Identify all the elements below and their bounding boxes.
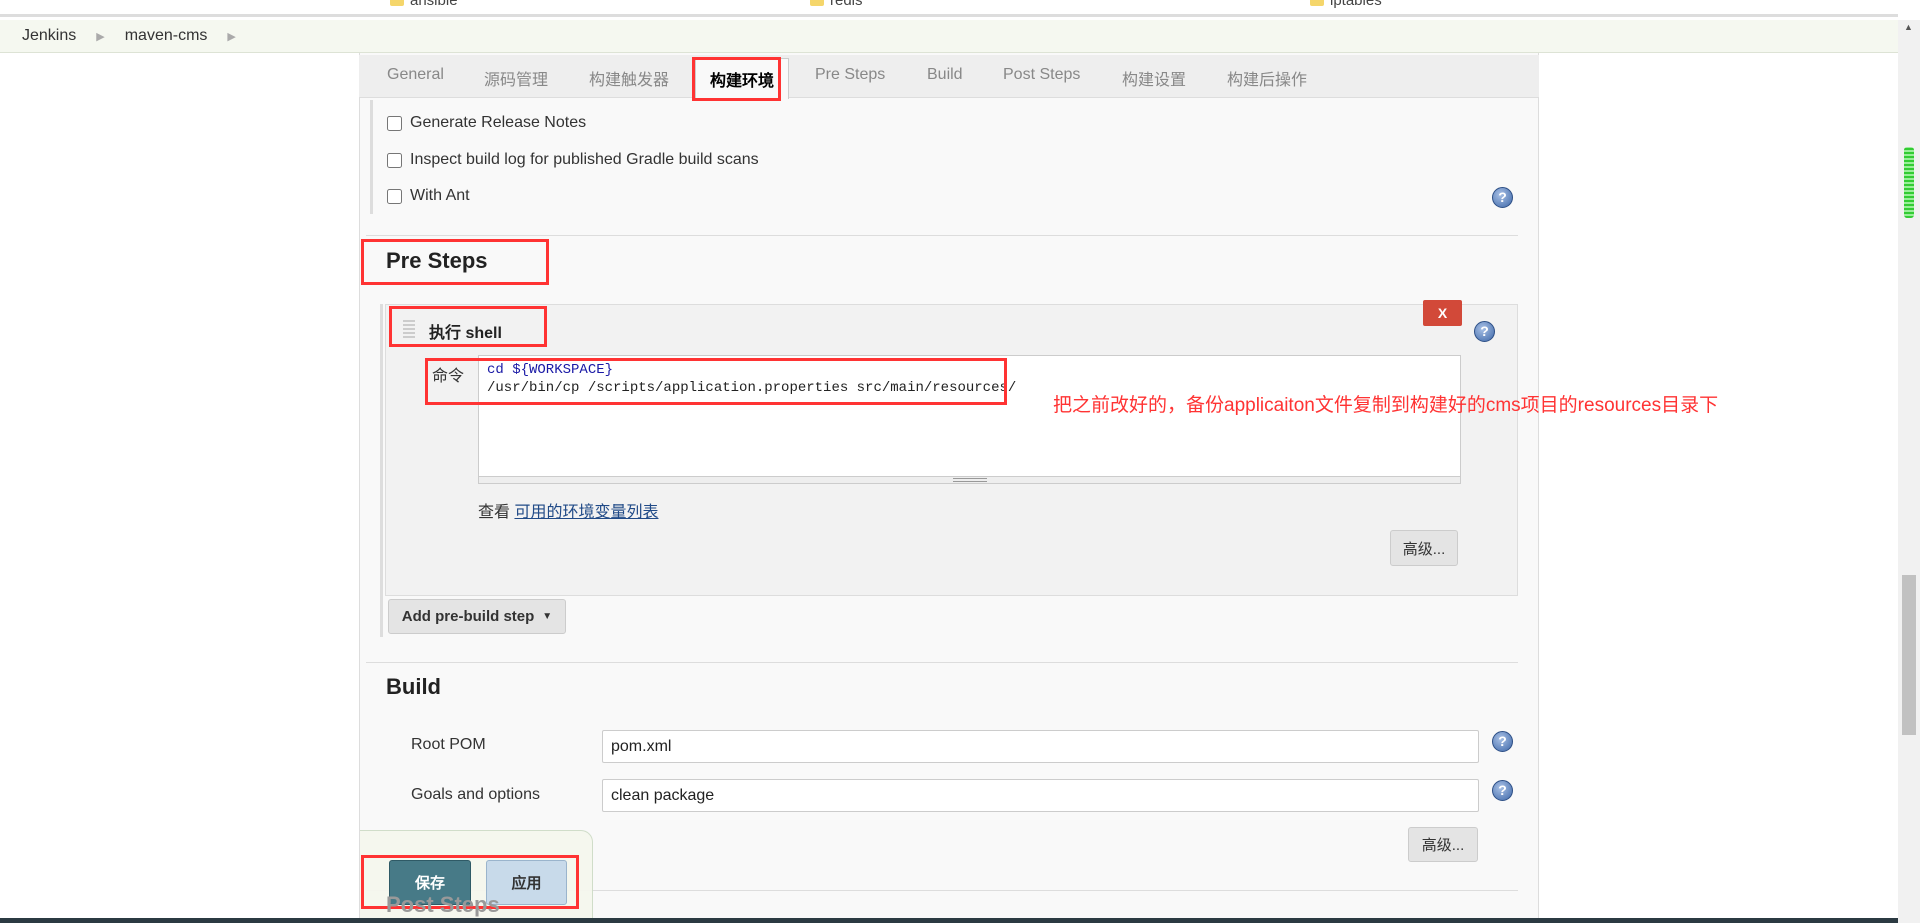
save-button[interactable]: 保存 xyxy=(389,860,471,905)
env-vars-line: 查看 可用的环境变量列表 xyxy=(478,504,659,521)
checkbox-release-notes[interactable]: Generate Release Notes xyxy=(387,114,586,132)
advanced-button[interactable]: 高级... xyxy=(1390,530,1458,566)
root-pom-input[interactable]: pom.xml xyxy=(602,730,1479,763)
goals-label: Goals and options xyxy=(411,786,540,803)
divider xyxy=(366,662,1518,663)
breadcrumb: Jenkins ▶ maven-cms ▶ xyxy=(0,20,1898,53)
command-label: 命令 xyxy=(432,368,465,385)
goals-input[interactable]: clean package xyxy=(602,779,1479,812)
shell-step-title: 执行 shell xyxy=(429,325,502,342)
checkbox[interactable] xyxy=(387,115,402,131)
folder-icon xyxy=(810,0,824,6)
tab-triggers[interactable]: 构建触发器 xyxy=(589,66,669,90)
delete-step-button[interactable]: X xyxy=(1423,300,1462,326)
bookmark[interactable]: ansible xyxy=(390,0,458,9)
chevron-right-icon[interactable]: ▶ xyxy=(227,30,235,43)
tab-build[interactable]: Build xyxy=(927,66,963,84)
tab-scm[interactable]: 源码管理 xyxy=(484,66,548,90)
checkbox-gradle-scans[interactable]: Inspect build log for published Gradle b… xyxy=(387,151,759,169)
tab-post-build[interactable]: 构建后操作 xyxy=(1227,66,1307,90)
drag-handle-icon[interactable] xyxy=(403,320,415,338)
divider xyxy=(366,235,1518,236)
tab-build-settings[interactable]: 构建设置 xyxy=(1122,66,1186,90)
checkbox-with-ant[interactable]: With Ant xyxy=(387,187,470,205)
folder-icon xyxy=(1310,0,1324,6)
checkbox[interactable] xyxy=(387,152,402,168)
breadcrumb-jenkins[interactable]: Jenkins xyxy=(22,27,76,45)
checkbox[interactable] xyxy=(387,188,402,204)
folder-icon xyxy=(390,0,404,6)
annotation-text: 把之前改好的，备份applicaiton文件复制到构建好的cms项目的resou… xyxy=(1053,395,1719,416)
bookmark[interactable]: iptables xyxy=(1310,0,1382,9)
help-icon[interactable]: ? xyxy=(1492,187,1513,208)
tab-build-env[interactable]: 构建环境 xyxy=(695,58,790,99)
build-heading: Build xyxy=(386,674,441,699)
root-pom-label: Root POM xyxy=(411,736,486,753)
chevron-right-icon[interactable]: ▶ xyxy=(96,30,104,43)
apply-button[interactable]: 应用 xyxy=(486,860,567,905)
help-icon[interactable]: ? xyxy=(1474,321,1495,342)
textarea-resize-handle[interactable] xyxy=(478,476,1461,484)
taskbar-edge xyxy=(0,918,1898,923)
scroll-thumb[interactable] xyxy=(1902,575,1916,735)
breadcrumb-job[interactable]: maven-cms xyxy=(125,27,208,45)
help-icon[interactable]: ? xyxy=(1492,780,1513,801)
pre-steps-heading: Pre Steps xyxy=(386,248,488,273)
help-icon[interactable]: ? xyxy=(1492,731,1513,752)
scrollbar[interactable]: ▲ xyxy=(1898,20,1920,923)
caret-down-icon: ▼ xyxy=(542,611,553,622)
tab-post-steps[interactable]: Post Steps xyxy=(1003,66,1080,84)
tab-pre-steps[interactable]: Pre Steps xyxy=(815,66,885,84)
advanced-button[interactable]: 高级... xyxy=(1408,827,1478,862)
add-pre-build-step-button[interactable]: Add pre-build step ▼ xyxy=(388,599,566,634)
env-vars-link[interactable]: 可用的环境变量列表 xyxy=(514,504,658,521)
scroll-marker xyxy=(1904,147,1914,218)
command-textarea[interactable]: cd ${WORKSPACE} /usr/bin/cp /scripts/app… xyxy=(478,355,1461,484)
tab-general[interactable]: General xyxy=(387,66,444,84)
bookmark[interactable]: redis xyxy=(810,0,863,9)
bookmarks-bar: ansible redis iptables xyxy=(0,0,1898,17)
scroll-up-icon[interactable]: ▲ xyxy=(1904,22,1913,32)
section-bar xyxy=(380,304,383,637)
section-bar xyxy=(370,100,373,214)
